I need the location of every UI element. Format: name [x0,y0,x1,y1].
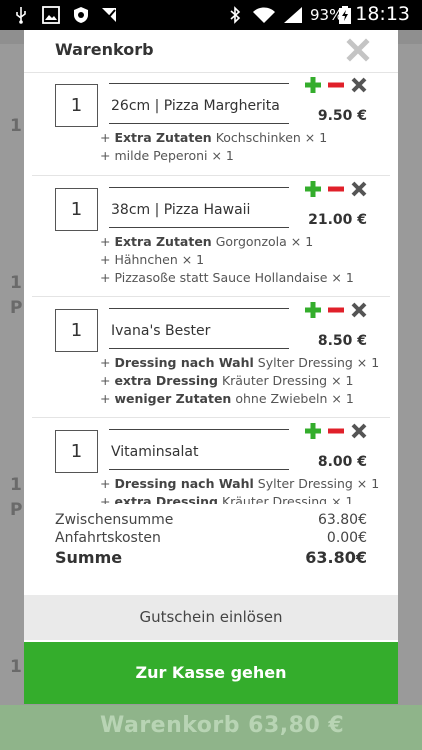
sum-row: Summe 63.80€ [55,548,367,567]
item-extra: + Dressing nach Wahl Sylter Dressing × 1 [100,476,380,491]
cart-title: Warenkorb [55,40,154,59]
divider [109,429,289,430]
divider [109,348,289,349]
extra-category: Extra Zutaten [114,234,212,249]
usb-icon [16,7,26,24]
item-extra: + Extra Zutaten Kochschinken × 1 [100,130,328,145]
item-extra: + Extra Zutaten Gorgonzola × 1 [100,234,314,249]
delivery-label: Anfahrtskosten [55,530,161,546]
extra-category: extra Dressing [114,373,218,388]
item-name: Vitaminsalat [111,444,199,460]
item-name: Ivana's Bester [111,323,211,339]
background-text: 1 [10,116,22,136]
extra-category: extra Dressing [114,494,218,504]
delete-icon[interactable] [350,180,368,198]
extra-value: Kräuter Dressing × 1 [221,494,354,504]
sum-value: 63.80€ [305,548,367,567]
background-text: 1 [10,657,22,677]
item-price: 21.00 € [308,212,367,228]
subtotal-value: 63.80€ [318,512,367,528]
item-extra: + milde Peperoni × 1 [100,148,234,163]
wifi-icon [253,7,275,23]
divider [109,123,289,124]
status-bar: 93% 18:13 [0,0,422,30]
divider [109,227,289,228]
cart-modal: Warenkorb 1 26cm | Pizza Margherita 9.50… [24,30,398,704]
minus-icon[interactable] [327,180,345,198]
clock: 18:13 [355,3,410,25]
item-price: 9.50 € [317,108,367,124]
background-text: 1 [10,475,22,495]
cart-header: Warenkorb [24,30,398,73]
cart-item: 1 Vitaminsalat 8.00 € + Dressing nach Wa… [24,418,398,504]
extra-value: Gorgonzola × 1 [215,234,314,249]
subtotal-row: Zwischensumme 63.80€ [55,512,367,528]
background-text: P [10,298,23,318]
item-name: 26cm | Pizza Margherita [111,98,280,114]
extra-category: Dressing nach Wahl [114,355,254,370]
item-extra: + Dressing nach Wahl Sylter Dressing × 1 [100,355,380,370]
cart-items-list: 1 26cm | Pizza Margherita 9.50 € + Extra… [24,72,398,504]
shield-icon [74,7,88,23]
minus-icon[interactable] [327,301,345,319]
delete-icon[interactable] [350,301,368,319]
quantity-field[interactable]: 1 [55,84,98,127]
extra-value: Sylter Dressing × 1 [257,476,380,491]
subtotal-label: Zwischensumme [55,512,174,528]
download-icon [102,8,116,22]
redeem-voucher-button[interactable]: Gutschein einlösen [24,595,398,640]
extra-value: Pizzasoße statt Sauce Hollandaise × 1 [114,270,354,285]
divider [109,83,289,84]
cart-item: 1 26cm | Pizza Margherita 9.50 € + Extra… [24,72,398,175]
extra-value: ohne Zwiebeln × 1 [235,391,354,406]
item-extra: + Hähnchen × 1 [100,252,205,267]
cart-item: 1 Ivana's Bester 8.50 € + Dressing nach … [24,297,398,417]
item-extra: + extra Dressing Kräuter Dressing × 1 [100,494,353,504]
background-text: P [10,500,23,520]
image-icon [42,6,60,24]
cart-item: 1 38cm | Pizza Hawaii 21.00 € + Extra Zu… [24,176,398,296]
background-text: 1 [10,273,22,293]
minus-icon[interactable] [327,76,345,94]
item-price: 8.00 € [317,454,367,470]
item-extra: + weniger Zutaten ohne Zwiebeln × 1 [100,391,354,406]
extra-category: Extra Zutaten [114,130,212,145]
extra-value: Sylter Dressing × 1 [257,355,380,370]
extra-category: weniger Zutaten [114,391,232,406]
extra-value: Hähnchen × 1 [114,252,205,267]
plus-icon[interactable] [304,422,322,440]
quantity-field[interactable]: 1 [55,430,98,473]
delivery-row: Anfahrtskosten 0.00€ [55,530,367,546]
delivery-value: 0.00€ [326,530,367,546]
delete-icon[interactable] [350,76,368,94]
bluetooth-icon [230,6,241,24]
extra-category: Dressing nach Wahl [114,476,254,491]
extra-value: Kochschinken × 1 [215,130,328,145]
item-name: 38cm | Pizza Hawaii [111,202,251,218]
item-extra: + extra Dressing Kräuter Dressing × 1 [100,373,354,388]
sum-label: Summe [55,548,123,567]
minus-icon[interactable] [327,422,345,440]
divider [109,469,289,470]
divider [109,187,289,188]
item-extra: + Pizzasoße statt Sauce Hollandaise × 1 [100,270,354,285]
cart-totals: Zwischensumme 63.80€ Anfahrtskosten 0.00… [55,510,367,570]
extra-value: milde Peperoni × 1 [114,148,234,163]
battery-icon [339,6,351,24]
plus-icon[interactable] [304,301,322,319]
checkout-button[interactable]: Zur Kasse gehen [24,642,398,704]
item-price: 8.50 € [317,333,367,349]
plus-icon[interactable] [304,180,322,198]
close-icon[interactable] [346,38,370,62]
quantity-field[interactable]: 1 [55,309,98,352]
divider [109,308,289,309]
signal-icon [284,7,302,23]
quantity-field[interactable]: 1 [55,188,98,231]
delete-icon[interactable] [350,422,368,440]
extra-value: Kräuter Dressing × 1 [221,373,354,388]
plus-icon[interactable] [304,76,322,94]
background-cart-bar-text: Warenkorb 63,80 € [100,713,345,738]
